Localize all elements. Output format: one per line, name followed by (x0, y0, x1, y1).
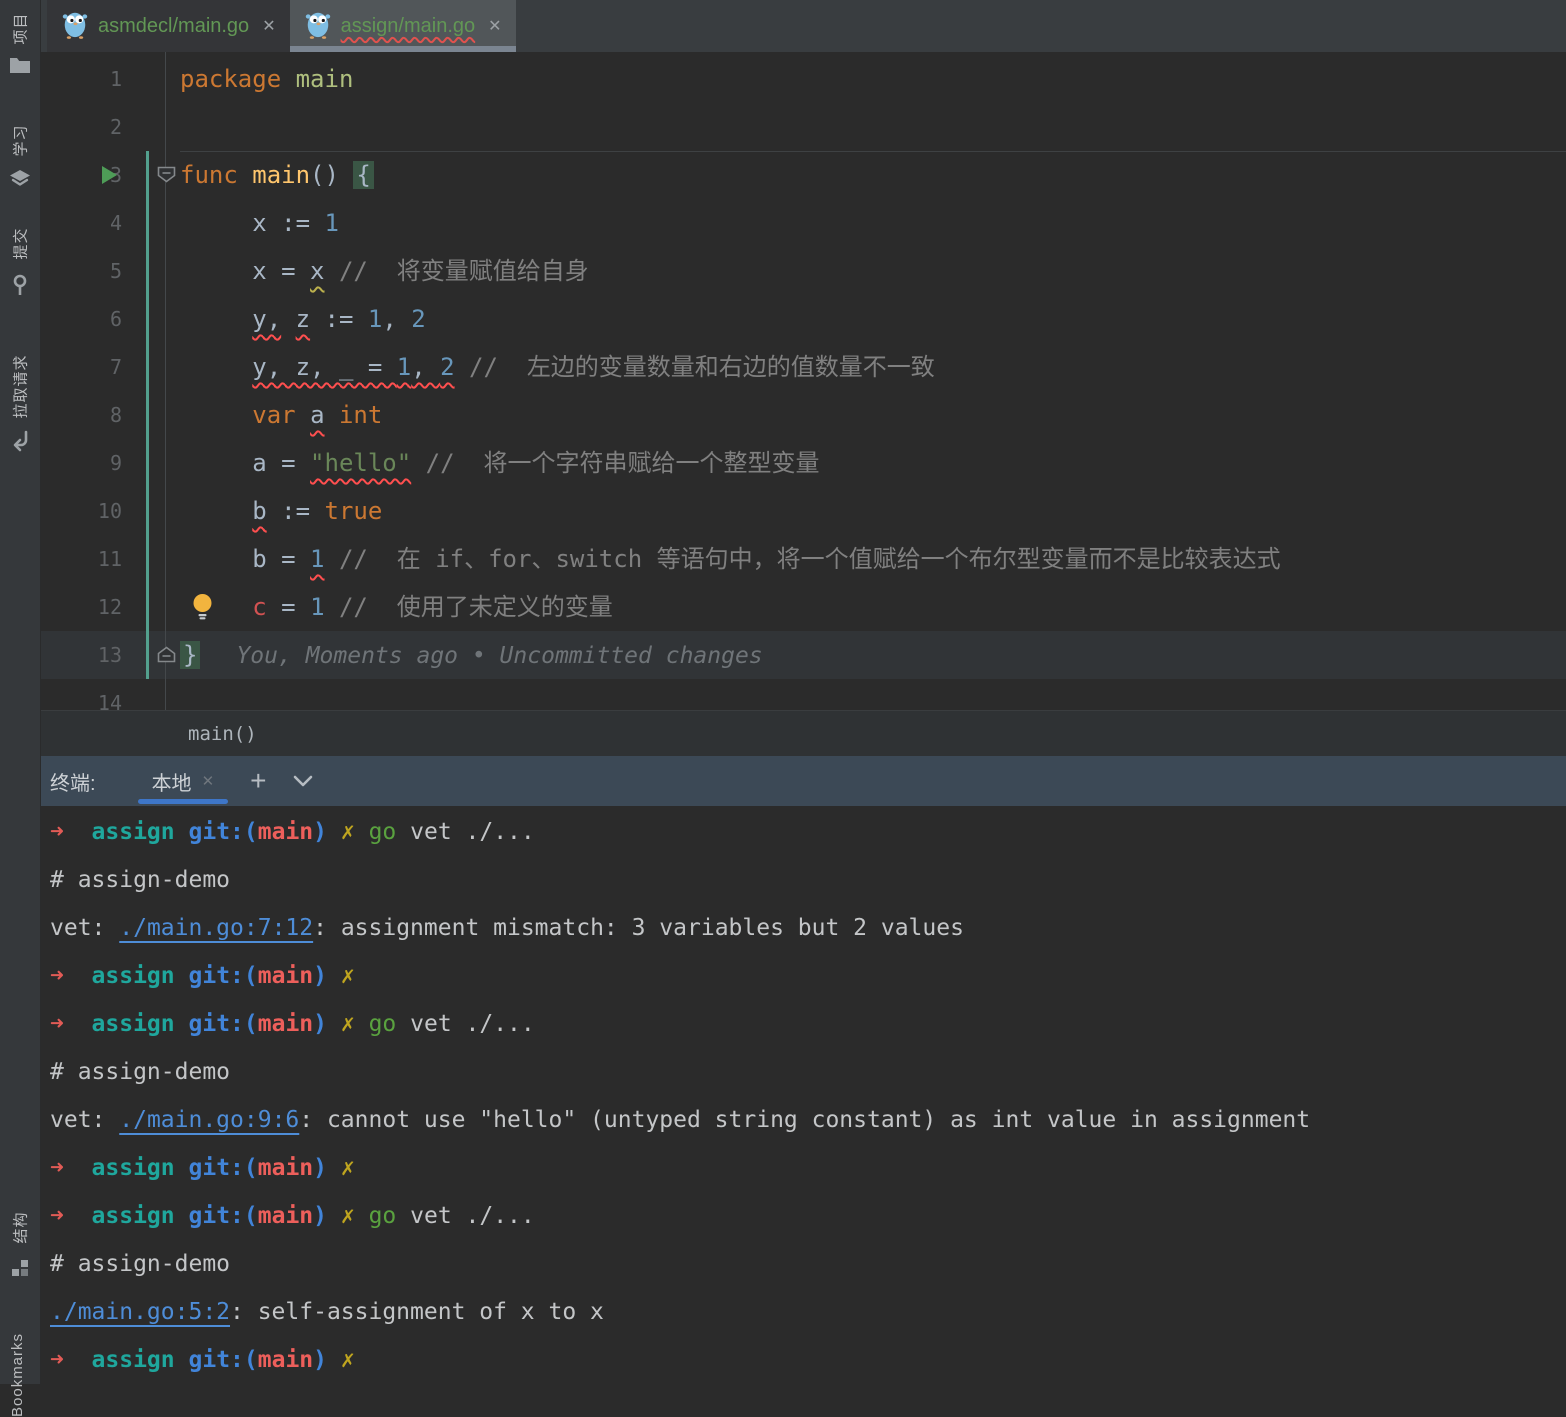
code-text: c = 1 // 使用了未定义的变量 (252, 593, 613, 621)
file-link[interactable]: ./main.go:5:2 (50, 1299, 230, 1325)
breadcrumb-main[interactable]: main() (188, 723, 257, 745)
code-text: package main (180, 65, 354, 93)
terminal-line: vet: ./main.go:9:6: cannot use "hello" (… (50, 1107, 1311, 1133)
line-number: 5 (109, 259, 122, 283)
method-separator (180, 151, 1566, 152)
vcs-added-marker (146, 151, 149, 679)
commit-icon (9, 272, 31, 296)
terminal-line: # assign-demo (50, 1059, 231, 1085)
vcs-inline-annotation: You, Moments ago • Uncommitted changes (236, 643, 763, 669)
chevron-down-icon[interactable] (293, 775, 313, 787)
line-number: 11 (97, 547, 122, 571)
editor-tabs: asmdecl/main.go ✕ assign/main.go ✕ (40, 0, 1566, 52)
code-line[interactable]: 4 x := 1 (40, 199, 1566, 247)
line-number: 7 (109, 355, 122, 379)
line-number: 13 (97, 643, 122, 667)
terminal-line: vet: ./main.go:7:12: assignment mismatch… (50, 915, 964, 941)
code-text: x := 1 (180, 209, 339, 237)
code-text: var a int (252, 401, 383, 429)
code-line[interactable]: 2 (40, 103, 1566, 151)
code-text: } You, Moments ago • Uncommitted changes (180, 631, 763, 680)
terminal-line: ➜ assign git:(main) ✗ go vet ./... (50, 1203, 535, 1229)
code-line[interactable]: 3 func main() { (40, 151, 1566, 199)
code-text: y, z := 1, 2 (252, 305, 426, 333)
code-line[interactable]: 11 b = 1 // 在 if、for、switch 等语句中，将一个值赋给一… (40, 535, 1566, 583)
line-number: 2 (109, 115, 122, 139)
line-number: 9 (109, 451, 122, 475)
sidebar-item-learn[interactable]: 学习 (0, 118, 40, 190)
code-line[interactable]: 10 b := true (40, 487, 1566, 535)
fold-end-icon[interactable] (157, 646, 176, 663)
terminal-tab-local[interactable]: 本地 ✕ (137, 756, 229, 806)
sidebar-item-structure[interactable]: 结构 (0, 1202, 40, 1278)
goland-ide-window: { "colors": { "accent_blue": "#3E76C8", … (0, 0, 1566, 1417)
code-text: x = x // 将变量赋值给自身 (180, 257, 589, 285)
terminal-line: ➜ assign git:(main) ✗ (50, 1347, 355, 1373)
sidebar-item-commit[interactable]: 提交 (0, 220, 40, 296)
left-toolwindow-stripe: 项目学习提交拉取请求结构 Bookmarks (0, 0, 41, 1417)
sidebar-item-label: 结构 (12, 1210, 30, 1244)
tab-filename: asmdecl/main.go (98, 14, 250, 37)
code-editor[interactable]: 1 package main 2 3 func main() {4 x := 15 x … (40, 52, 1566, 710)
code-text: b = 1 // 在 if、for、switch 等语句中，将一个值赋给一个布尔… (252, 545, 1281, 573)
line-number: 10 (97, 499, 122, 523)
code-text: y, z, _ = 1, 2 // 左边的变量数量和右边的值数量不一致 (252, 353, 935, 381)
terminal-line: ➜ assign git:(main) ✗ go vet ./... (50, 819, 535, 845)
line-number: 1 (109, 67, 122, 91)
terminal-header: 终端: 本地 ✕ + (40, 756, 1566, 806)
file-link[interactable]: ./main.go:7:12 (119, 915, 313, 941)
gutter-separator (165, 52, 166, 710)
close-icon[interactable]: ✕ (202, 772, 215, 790)
code-text: func main() { (180, 151, 374, 199)
code-line[interactable]: 5 x = x // 将变量赋值给自身 (40, 247, 1566, 295)
code-line[interactable]: 12 c = 1 // 使用了未定义的变量 (40, 583, 1566, 631)
code-text: a = "hello" // 将一个字符串赋给一个整型变量 (180, 449, 820, 477)
terminal-line: # assign-demo (50, 867, 231, 893)
terminal-line: # assign-demo (50, 1251, 231, 1277)
file-link[interactable]: ./main.go:9:6 (119, 1107, 299, 1133)
tab-filename: assign/main.go (340, 14, 476, 37)
sidebar-item-label: 学习 (12, 123, 30, 157)
sidebar-item-label: 项目 (12, 11, 30, 45)
breadcrumb-bar: main() (40, 710, 1566, 757)
code-line[interactable]: 14 (40, 679, 1566, 710)
learn-icon (8, 168, 32, 190)
sidebar-item-label: 拉取请求 (12, 353, 30, 419)
sidebar-item-project[interactable]: 项目 (0, 6, 40, 75)
sidebar-item-bookmarks[interactable]: Bookmarks (9, 1333, 26, 1417)
terminal-tab-label: 本地 (151, 772, 192, 795)
terminal-output[interactable]: ➜ assign git:(main) ✗ go vet ./... # assi… (40, 806, 1566, 1384)
terminal-title: 终端: (50, 772, 96, 795)
folder-icon (9, 56, 31, 75)
go-gopher-icon (304, 9, 332, 44)
run-button[interactable] (102, 166, 117, 184)
code-text: b := true (252, 497, 383, 525)
intention-bulb-icon[interactable] (192, 593, 213, 620)
code-line[interactable]: 6 y, z := 1, 2 (40, 295, 1566, 343)
pull-request-icon (9, 430, 31, 452)
line-number: 8 (109, 403, 122, 427)
code-line[interactable]: 7 y, z, _ = 1, 2 // 左边的变量数量和右边的值数量不一致 (40, 343, 1566, 391)
line-number: 6 (109, 307, 122, 331)
editor-tab-assign[interactable]: assign/main.go ✕ (289, 0, 516, 52)
terminal-line: ➜ assign git:(main) ✗ (50, 963, 355, 989)
code-line[interactable]: 9 a = "hello" // 将一个字符串赋给一个整型变量 (40, 439, 1566, 487)
terminal-line: ➜ assign git:(main) ✗ go vet ./... (50, 1011, 535, 1037)
fold-start-icon[interactable] (157, 166, 176, 183)
close-icon[interactable]: ✕ (488, 16, 501, 36)
terminal-line: ./main.go:5:2: self-assignment of x to x (50, 1299, 604, 1325)
editor-tab-asmdecl[interactable]: asmdecl/main.go ✕ (47, 0, 290, 52)
line-number: 4 (109, 211, 122, 235)
line-number: 12 (97, 595, 122, 619)
go-gopher-icon (61, 9, 89, 44)
terminal-line: ➜ assign git:(main) ✗ (50, 1155, 355, 1181)
structure-icon (10, 1258, 30, 1278)
code-line[interactable]: 8 var a int (40, 391, 1566, 439)
sidebar-item-label: 提交 (12, 226, 30, 260)
line-number: 14 (97, 691, 122, 710)
code-line[interactable]: 13 } You, Moments ago • Uncommitted change… (40, 631, 1566, 679)
sidebar-item-pull-requests[interactable]: 拉取请求 (0, 348, 40, 452)
close-icon[interactable]: ✕ (262, 16, 275, 36)
code-line[interactable]: 1 package main (40, 55, 1566, 103)
